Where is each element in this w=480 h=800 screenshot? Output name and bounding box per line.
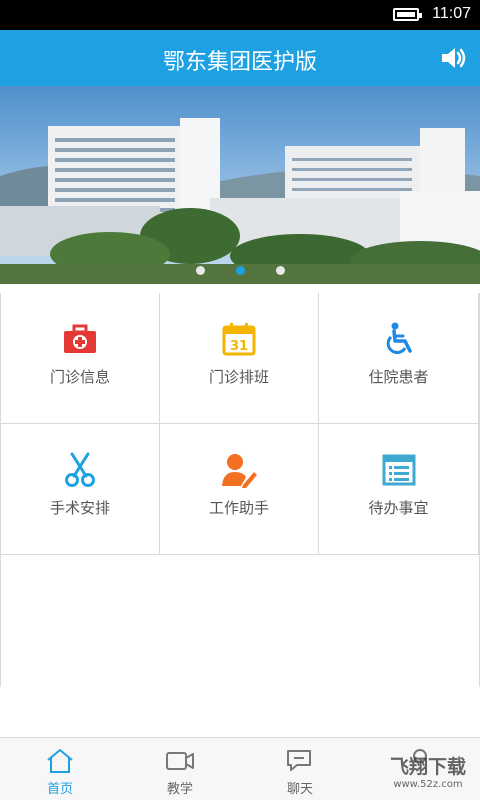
menu-label: 门诊排班: [208, 368, 269, 386]
battery-icon: [393, 8, 422, 21]
menu-label: 门诊信息: [49, 368, 110, 386]
bottom-tab-bar: 首页 教学 聊天 飞翔下载 www.52z.com: [0, 737, 480, 800]
page-title: 鄂东集团医护版: [162, 50, 317, 75]
menu-work-assistant[interactable]: 工作助手: [160, 424, 319, 555]
tab-label: 首页: [46, 782, 73, 797]
hospital-photo: [0, 86, 480, 284]
menu-inpatients[interactable]: 住院患者: [319, 293, 479, 424]
carousel-dot-active[interactable]: [236, 266, 245, 275]
menu-label: 工作助手: [208, 499, 269, 517]
first-aid-kit-icon: [64, 324, 96, 353]
menu-outpatient-info[interactable]: 门诊信息: [1, 293, 160, 424]
wheelchair-icon: [386, 322, 412, 355]
carousel-indicator: [0, 266, 480, 276]
watermark-text: 飞翔下载: [389, 756, 466, 778]
user-edit-icon: [222, 454, 257, 488]
status-bar: 11:07: [0, 0, 480, 30]
speaker-icon[interactable]: [440, 45, 468, 71]
app-header: 鄂东集团医护版: [0, 30, 480, 86]
tab-chat[interactable]: 聊天: [240, 738, 360, 800]
home-icon: [47, 749, 73, 773]
carousel-dot[interactable]: [276, 266, 285, 275]
list-icon: [382, 454, 415, 486]
tab-label: 聊天: [286, 782, 313, 797]
svg-text:31: 31: [230, 339, 248, 354]
chat-icon: [287, 750, 311, 771]
watermark: 飞翔下载 www.52z.com: [390, 752, 466, 790]
video-camera-icon: [166, 752, 194, 770]
tab-teaching[interactable]: 教学: [120, 738, 240, 800]
watermark-url: www.52z.com: [393, 779, 463, 790]
calendar-icon: 31: [222, 323, 256, 356]
tab-home[interactable]: 首页: [0, 738, 120, 800]
scissors-icon: [65, 452, 95, 487]
carousel-dot[interactable]: [196, 266, 205, 275]
menu-label: 住院患者: [368, 368, 429, 386]
menu-label: 待办事宜: [368, 499, 429, 517]
menu-grid: 门诊信息 31 门诊排班 住院患者 手术安排 工作助手 待办事宜: [0, 293, 480, 687]
menu-label: 手术安排: [49, 499, 110, 517]
menu-todo[interactable]: 待办事宜: [319, 424, 479, 555]
status-time: 11:07: [432, 5, 471, 22]
menu-surgery-schedule[interactable]: 手术安排: [1, 424, 160, 555]
menu-outpatient-schedule[interactable]: 31 门诊排班: [160, 293, 319, 424]
hospital-banner[interactable]: [0, 86, 480, 284]
tab-label: 教学: [166, 782, 193, 797]
